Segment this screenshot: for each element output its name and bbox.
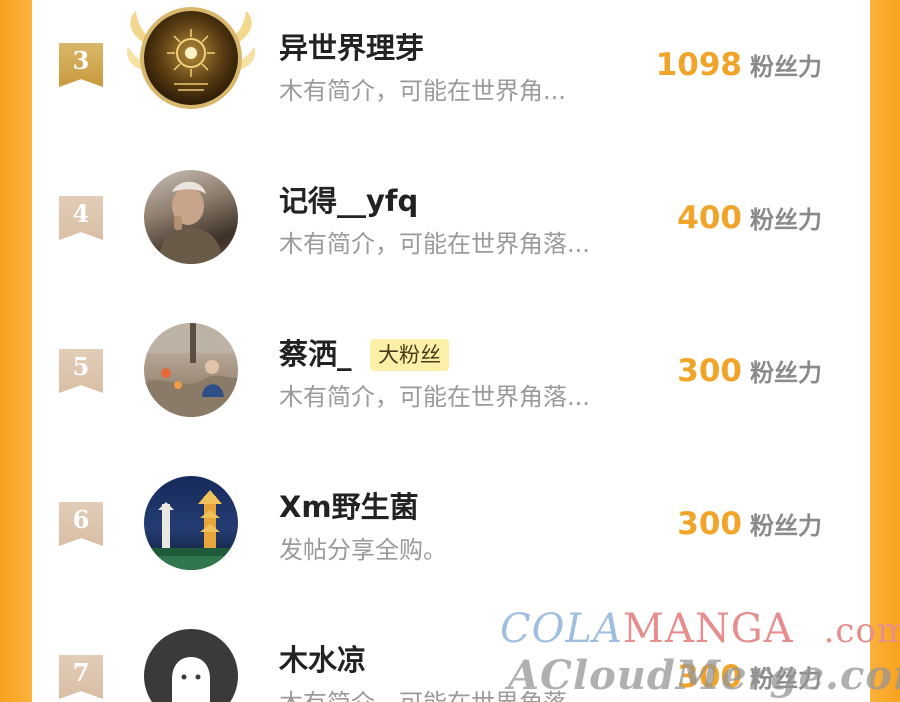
rank-badge: 4 xyxy=(59,196,103,240)
fan-power-score: 300 粉丝力 xyxy=(677,506,822,542)
user-bio: 木有简介，可能在世界角落... xyxy=(279,230,590,258)
outdoor-photo-icon xyxy=(144,323,238,417)
rank-badge: 6 xyxy=(59,502,103,546)
rank-badge: 7 xyxy=(59,655,103,699)
ranking-row[interactable]: 5 蔡洒_ 大粉丝 木有简介，可能在世界角落... 300 粉丝力 xyxy=(32,311,870,431)
user-bio: 发帖分享全购。 xyxy=(279,536,447,564)
score-unit: 粉丝力 xyxy=(750,512,822,540)
score-value: 1098 xyxy=(655,47,742,83)
user-avatar[interactable] xyxy=(144,11,238,105)
user-name[interactable]: Xm野生菌 xyxy=(279,484,419,526)
user-bio: 木有简介，可能在世界角落... xyxy=(279,383,590,411)
user-name[interactable]: 异世界理芽 xyxy=(279,25,424,67)
user-name[interactable]: 记得__yfq xyxy=(279,178,418,220)
user-name[interactable]: 木水凉 xyxy=(279,637,366,679)
fan-power-score: 300 粉丝力 xyxy=(677,353,822,389)
score-unit: 粉丝力 xyxy=(750,359,822,387)
user-avatar[interactable] xyxy=(144,323,238,417)
fan-power-score: 400 粉丝力 xyxy=(677,200,822,236)
score-value: 400 xyxy=(677,200,742,236)
score-unit: 粉丝力 xyxy=(750,53,822,81)
user-avatar[interactable] xyxy=(144,170,238,264)
pagoda-night-icon xyxy=(144,490,238,570)
score-value: 300 xyxy=(677,659,742,695)
score-unit: 粉丝力 xyxy=(750,206,822,234)
rank-badge: 5 xyxy=(59,349,103,393)
user-avatar[interactable] xyxy=(144,629,238,702)
ranking-list: 3 异世界理芽 木有简介，可能在世界角... 1098 粉丝力 4 记得__yf… xyxy=(32,0,870,702)
score-value: 300 xyxy=(677,506,742,542)
super-fan-badge: 大粉丝 xyxy=(370,339,449,371)
user-name[interactable]: 蔡洒_ xyxy=(279,331,352,373)
ranking-row[interactable]: 6 Xm野生菌 发帖分享全购。 300 粉丝力 xyxy=(32,464,870,584)
user-avatar[interactable] xyxy=(144,476,238,570)
user-bio: 木有简介，可能在世界角落 xyxy=(279,683,567,702)
ranking-row[interactable]: 7 木水凉 木有简介，可能在世界角落 300 粉丝力 xyxy=(32,617,870,702)
score-unit: 粉丝力 xyxy=(750,665,822,693)
score-value: 300 xyxy=(677,353,742,389)
user-bio: 木有简介，可能在世界角... xyxy=(279,77,566,105)
rank-badge: 3 xyxy=(59,43,103,87)
fan-power-score: 300 粉丝力 xyxy=(677,659,822,695)
ranking-row[interactable]: 4 记得__yfq 木有简介，可能在世界角落... 400 粉丝力 xyxy=(32,158,870,278)
fan-power-score: 1098 粉丝力 xyxy=(656,47,822,83)
default-ghost-avatar-icon xyxy=(172,657,210,702)
ranking-row[interactable]: 3 异世界理芽 木有简介，可能在世界角... 1098 粉丝力 xyxy=(32,5,870,125)
person-photo-icon xyxy=(158,181,224,264)
sun-emblem-icon xyxy=(167,29,215,91)
